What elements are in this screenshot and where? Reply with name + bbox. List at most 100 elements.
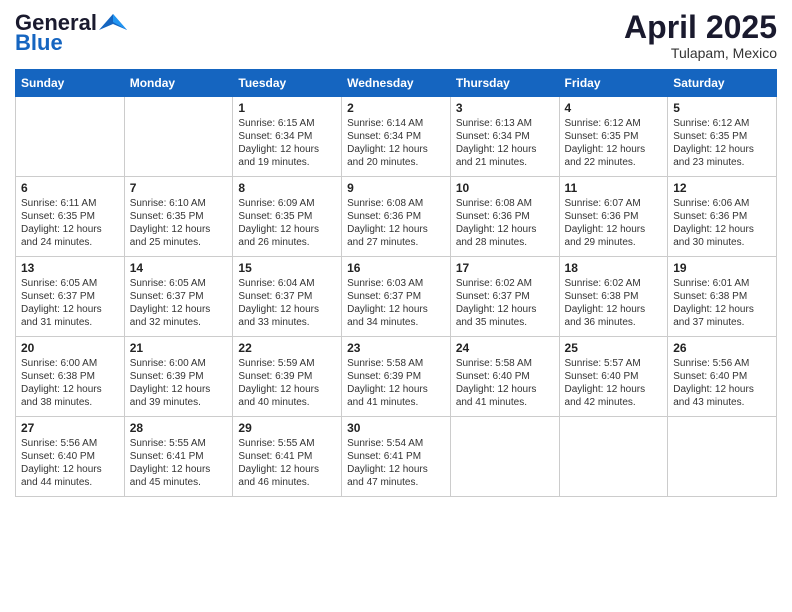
day-number: 4 bbox=[565, 101, 663, 115]
day-info: Sunrise: 6:00 AMSunset: 6:38 PMDaylight:… bbox=[21, 357, 119, 409]
day-header-thursday: Thursday bbox=[450, 70, 559, 97]
day-number: 6 bbox=[21, 181, 119, 195]
day-header-friday: Friday bbox=[559, 70, 668, 97]
calendar-cell bbox=[16, 97, 125, 177]
day-info: Sunrise: 5:58 AMSunset: 6:39 PMDaylight:… bbox=[347, 357, 445, 409]
day-number: 9 bbox=[347, 181, 445, 195]
day-info: Sunrise: 6:04 AMSunset: 6:37 PMDaylight:… bbox=[238, 277, 336, 329]
day-number: 17 bbox=[456, 261, 554, 275]
day-number: 22 bbox=[238, 341, 336, 355]
day-number: 16 bbox=[347, 261, 445, 275]
calendar-cell: 30 Sunrise: 5:54 AMSunset: 6:41 PMDayligh… bbox=[342, 417, 451, 497]
logo: General Blue bbox=[15, 10, 127, 56]
calendar-cell: 24 Sunrise: 5:58 AMSunset: 6:40 PMDayligh… bbox=[450, 337, 559, 417]
day-number: 2 bbox=[347, 101, 445, 115]
day-number: 10 bbox=[456, 181, 554, 195]
day-number: 26 bbox=[673, 341, 771, 355]
day-info: Sunrise: 6:12 AMSunset: 6:35 PMDaylight:… bbox=[565, 117, 663, 169]
calendar-cell: 14 Sunrise: 6:05 AMSunset: 6:37 PMDayligh… bbox=[124, 257, 233, 337]
calendar-cell: 1 Sunrise: 6:15 AMSunset: 6:34 PMDaylight… bbox=[233, 97, 342, 177]
day-number: 15 bbox=[238, 261, 336, 275]
day-header-sunday: Sunday bbox=[16, 70, 125, 97]
calendar-week-1: 1 Sunrise: 6:15 AMSunset: 6:34 PMDaylight… bbox=[16, 97, 777, 177]
day-number: 5 bbox=[673, 101, 771, 115]
day-number: 20 bbox=[21, 341, 119, 355]
day-info: Sunrise: 5:55 AMSunset: 6:41 PMDaylight:… bbox=[130, 437, 228, 489]
day-info: Sunrise: 5:58 AMSunset: 6:40 PMDaylight:… bbox=[456, 357, 554, 409]
day-number: 25 bbox=[565, 341, 663, 355]
calendar-week-4: 20 Sunrise: 6:00 AMSunset: 6:38 PMDayligh… bbox=[16, 337, 777, 417]
calendar-week-3: 13 Sunrise: 6:05 AMSunset: 6:37 PMDayligh… bbox=[16, 257, 777, 337]
calendar-cell: 16 Sunrise: 6:03 AMSunset: 6:37 PMDayligh… bbox=[342, 257, 451, 337]
header: General Blue April 2025 Tulapam, Mexico bbox=[15, 10, 777, 61]
day-number: 21 bbox=[130, 341, 228, 355]
day-info: Sunrise: 6:10 AMSunset: 6:35 PMDaylight:… bbox=[130, 197, 228, 249]
day-info: Sunrise: 6:05 AMSunset: 6:37 PMDaylight:… bbox=[21, 277, 119, 329]
day-info: Sunrise: 5:56 AMSunset: 6:40 PMDaylight:… bbox=[21, 437, 119, 489]
calendar-header-row: SundayMondayTuesdayWednesdayThursdayFrid… bbox=[16, 70, 777, 97]
day-number: 30 bbox=[347, 421, 445, 435]
day-info: Sunrise: 5:54 AMSunset: 6:41 PMDaylight:… bbox=[347, 437, 445, 489]
day-number: 28 bbox=[130, 421, 228, 435]
day-header-saturday: Saturday bbox=[668, 70, 777, 97]
calendar-cell: 12 Sunrise: 6:06 AMSunset: 6:36 PMDayligh… bbox=[668, 177, 777, 257]
calendar-cell: 11Sunrise: 6:07 AMSunset: 6:36 PMDayligh… bbox=[559, 177, 668, 257]
day-info: Sunrise: 6:05 AMSunset: 6:37 PMDaylight:… bbox=[130, 277, 228, 329]
location-subtitle: Tulapam, Mexico bbox=[624, 45, 777, 61]
calendar-cell: 28 Sunrise: 5:55 AMSunset: 6:41 PMDayligh… bbox=[124, 417, 233, 497]
calendar-cell bbox=[668, 417, 777, 497]
calendar-cell: 20 Sunrise: 6:00 AMSunset: 6:38 PMDayligh… bbox=[16, 337, 125, 417]
day-info: Sunrise: 6:03 AMSunset: 6:37 PMDaylight:… bbox=[347, 277, 445, 329]
calendar-cell: 9 Sunrise: 6:08 AMSunset: 6:36 PMDaylight… bbox=[342, 177, 451, 257]
day-number: 3 bbox=[456, 101, 554, 115]
logo-bird-icon bbox=[99, 12, 127, 34]
calendar-cell: 13 Sunrise: 6:05 AMSunset: 6:37 PMDayligh… bbox=[16, 257, 125, 337]
day-info: Sunrise: 6:06 AMSunset: 6:36 PMDaylight:… bbox=[673, 197, 771, 249]
day-info: Sunrise: 5:59 AMSunset: 6:39 PMDaylight:… bbox=[238, 357, 336, 409]
day-info: Sunrise: 6:15 AMSunset: 6:34 PMDaylight:… bbox=[238, 117, 336, 169]
calendar-week-2: 6 Sunrise: 6:11 AMSunset: 6:35 PMDaylight… bbox=[16, 177, 777, 257]
calendar-cell bbox=[559, 417, 668, 497]
day-info: Sunrise: 6:00 AMSunset: 6:39 PMDaylight:… bbox=[130, 357, 228, 409]
calendar-cell: 18 Sunrise: 6:02 AMSunset: 6:38 PMDayligh… bbox=[559, 257, 668, 337]
calendar-cell bbox=[450, 417, 559, 497]
calendar-table: SundayMondayTuesdayWednesdayThursdayFrid… bbox=[15, 69, 777, 497]
day-info: Sunrise: 6:09 AMSunset: 6:35 PMDaylight:… bbox=[238, 197, 336, 249]
day-number: 12 bbox=[673, 181, 771, 195]
day-info: Sunrise: 6:11 AMSunset: 6:35 PMDaylight:… bbox=[21, 197, 119, 249]
calendar-cell: 6 Sunrise: 6:11 AMSunset: 6:35 PMDaylight… bbox=[16, 177, 125, 257]
day-info: Sunrise: 6:08 AMSunset: 6:36 PMDaylight:… bbox=[347, 197, 445, 249]
title-block: April 2025 Tulapam, Mexico bbox=[624, 10, 777, 61]
day-info: Sunrise: 6:13 AMSunset: 6:34 PMDaylight:… bbox=[456, 117, 554, 169]
day-number: 11 bbox=[565, 181, 663, 195]
calendar-cell: 29 Sunrise: 5:55 AMSunset: 6:41 PMDayligh… bbox=[233, 417, 342, 497]
calendar-cell: 26 Sunrise: 5:56 AMSunset: 6:40 PMDayligh… bbox=[668, 337, 777, 417]
calendar-cell: 22 Sunrise: 5:59 AMSunset: 6:39 PMDayligh… bbox=[233, 337, 342, 417]
day-info: Sunrise: 6:08 AMSunset: 6:36 PMDaylight:… bbox=[456, 197, 554, 249]
calendar-cell: 27 Sunrise: 5:56 AMSunset: 6:40 PMDayligh… bbox=[16, 417, 125, 497]
day-info: Sunrise: 5:56 AMSunset: 6:40 PMDaylight:… bbox=[673, 357, 771, 409]
day-number: 14 bbox=[130, 261, 228, 275]
day-number: 29 bbox=[238, 421, 336, 435]
day-info: Sunrise: 6:01 AMSunset: 6:38 PMDaylight:… bbox=[673, 277, 771, 329]
day-number: 24 bbox=[456, 341, 554, 355]
day-number: 23 bbox=[347, 341, 445, 355]
day-number: 13 bbox=[21, 261, 119, 275]
calendar-cell: 2 Sunrise: 6:14 AMSunset: 6:34 PMDaylight… bbox=[342, 97, 451, 177]
day-info: Sunrise: 5:55 AMSunset: 6:41 PMDaylight:… bbox=[238, 437, 336, 489]
logo-blue: Blue bbox=[15, 30, 63, 56]
day-info: Sunrise: 6:12 AMSunset: 6:35 PMDaylight:… bbox=[673, 117, 771, 169]
calendar-cell bbox=[124, 97, 233, 177]
day-number: 18 bbox=[565, 261, 663, 275]
page: General Blue April 2025 Tulapam, Mexico … bbox=[0, 0, 792, 612]
day-info: Sunrise: 6:14 AMSunset: 6:34 PMDaylight:… bbox=[347, 117, 445, 169]
day-header-wednesday: Wednesday bbox=[342, 70, 451, 97]
day-number: 1 bbox=[238, 101, 336, 115]
calendar-cell: 19 Sunrise: 6:01 AMSunset: 6:38 PMDayligh… bbox=[668, 257, 777, 337]
day-header-tuesday: Tuesday bbox=[233, 70, 342, 97]
calendar-cell: 10 Sunrise: 6:08 AMSunset: 6:36 PMDayligh… bbox=[450, 177, 559, 257]
day-number: 27 bbox=[21, 421, 119, 435]
day-info: Sunrise: 6:02 AMSunset: 6:38 PMDaylight:… bbox=[565, 277, 663, 329]
day-number: 19 bbox=[673, 261, 771, 275]
calendar-cell: 17Sunrise: 6:02 AMSunset: 6:37 PMDayligh… bbox=[450, 257, 559, 337]
